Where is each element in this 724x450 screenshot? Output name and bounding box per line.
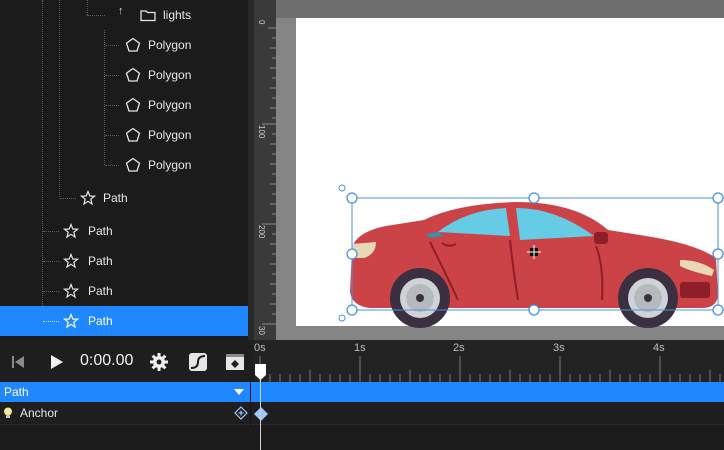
current-time-readout: 0:00.00 — [80, 352, 134, 369]
path-star-icon — [63, 223, 79, 239]
ruler-label: 100 — [257, 125, 266, 139]
layer-label: Polygon — [148, 158, 192, 172]
layer-polygon-1[interactable]: Polygon — [0, 30, 248, 60]
layer-tree: ↑ lights Polygon Polygon Polygon Polygon… — [0, 0, 248, 340]
layer-label: lights — [163, 8, 192, 22]
sort-up-icon: ↑ — [118, 5, 124, 17]
time-ruler[interactable]: 0s 1s 2s 3s 4s — [254, 340, 724, 382]
timeline-empty-area — [0, 425, 724, 450]
add-keyframe-icon[interactable] — [234, 406, 248, 420]
horizontal-ruler — [276, 0, 724, 18]
chevron-down-icon[interactable] — [234, 388, 244, 396]
resize-handle-tr — [712, 192, 724, 204]
time-tick-label: 1s — [354, 342, 366, 354]
layer-path-1[interactable]: Path — [0, 183, 248, 213]
layer-label: Polygon — [148, 68, 192, 82]
time-tick-label: 2s — [453, 342, 465, 354]
timeline-view-icon[interactable] — [225, 352, 245, 372]
polygon-icon — [125, 97, 141, 112]
polygon-icon — [125, 67, 141, 82]
layer-path-4[interactable]: Path — [0, 276, 248, 306]
ruler-label: 0 — [257, 20, 266, 25]
layer-polygon-3[interactable]: Polygon — [0, 90, 248, 120]
layer-label: Path — [88, 314, 113, 328]
path-star-icon — [63, 253, 79, 269]
vertical-ruler: 0 100 200 30 — [254, 0, 276, 340]
resize-handle-top — [528, 192, 540, 204]
folder-icon — [140, 10, 156, 22]
keyframe-diamond-icon[interactable] — [253, 406, 269, 422]
layer-label: Polygon — [148, 128, 192, 142]
time-tick-label: 3s — [553, 342, 565, 354]
ruler-ticks — [262, 27, 276, 325]
layer-polygon-2[interactable]: Polygon — [0, 60, 248, 90]
resize-handle-tl — [346, 192, 358, 204]
rotate-handle — [338, 184, 346, 192]
playhead-handle-icon[interactable] — [255, 364, 266, 380]
resize-handle-br — [712, 304, 724, 316]
selection-transform-box[interactable] — [338, 183, 724, 340]
ruler-label: 30 — [257, 326, 266, 335]
path-star-icon — [63, 313, 79, 329]
layer-label: Path — [88, 284, 113, 298]
resize-handle-left — [346, 248, 358, 260]
layer-path-3[interactable]: Path — [0, 246, 248, 276]
easing-curve-icon[interactable] — [188, 352, 208, 372]
track-anchor[interactable]: Anchor — [0, 402, 724, 425]
resize-handle-bottom — [528, 304, 540, 316]
polygon-icon — [125, 127, 141, 142]
layer-label: Path — [103, 191, 128, 205]
resize-handle-right — [712, 248, 724, 260]
rotate-handle — [338, 314, 346, 322]
layer-polygon-5[interactable]: Polygon — [0, 150, 248, 180]
layer-label: Polygon — [148, 38, 192, 52]
layer-label: Path — [88, 224, 113, 238]
polygon-icon — [125, 37, 141, 52]
play-icon[interactable] — [46, 352, 66, 372]
gear-icon[interactable] — [149, 352, 169, 372]
go-to-start-icon[interactable] — [8, 352, 28, 372]
resize-handle-bl — [346, 304, 358, 316]
track-label: Anchor — [20, 406, 59, 420]
path-star-icon — [63, 283, 79, 299]
layer-label: Polygon — [148, 98, 192, 112]
track-path[interactable]: Path — [0, 382, 724, 402]
path-star-icon — [80, 190, 96, 206]
canvas-stage[interactable]: 0 100 200 30 — [254, 0, 724, 340]
polygon-icon — [125, 157, 141, 172]
lightbulb-icon[interactable] — [3, 407, 13, 419]
layer-path-2[interactable]: Path — [0, 216, 248, 246]
layer-label: Path — [88, 254, 113, 268]
layer-polygon-4[interactable]: Polygon — [0, 120, 248, 150]
time-tick-label: 0s — [254, 342, 266, 354]
layer-path-5-selected[interactable]: Path — [0, 306, 248, 336]
ruler-label: 200 — [257, 225, 266, 239]
track-label: Path — [4, 385, 29, 399]
time-tick-label: 4s — [653, 342, 665, 354]
layer-folder-lights[interactable]: ↑ lights — [0, 0, 248, 30]
